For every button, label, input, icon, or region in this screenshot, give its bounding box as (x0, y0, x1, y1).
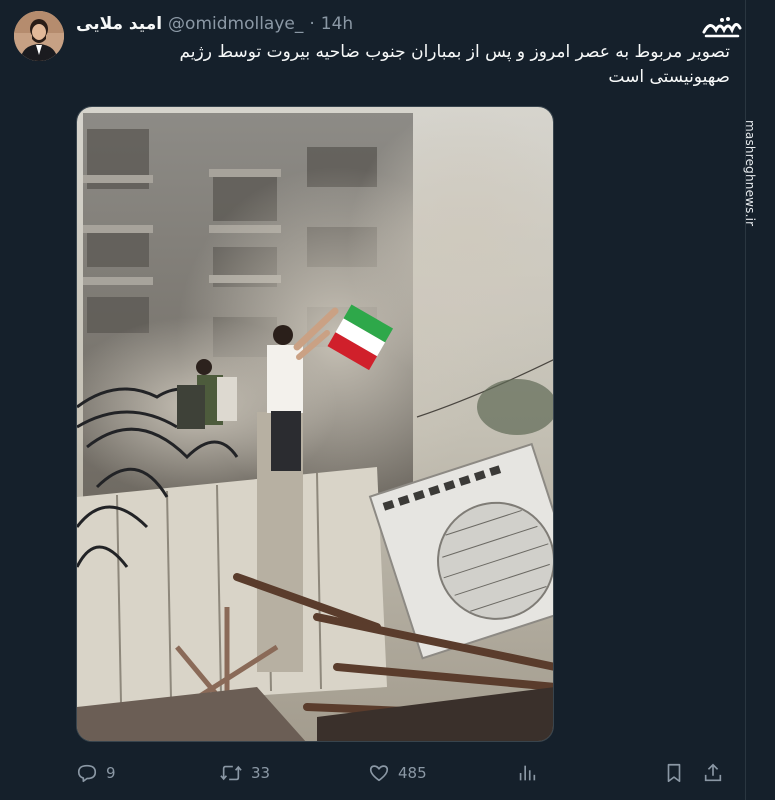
action-bar: 9 33 485 (76, 758, 726, 788)
watermark-site: mashreghnews.ir (743, 120, 757, 227)
user-handle[interactable]: @omidmollaye_ (168, 14, 303, 34)
tweet-text: تصویر مربوط به عصر امروز و پس از بمباران… (179, 42, 730, 87)
display-name[interactable]: امید ملایی (76, 14, 162, 34)
bar-chart-icon (519, 765, 536, 781)
like-button[interactable]: 485 (368, 758, 427, 788)
share-upload-icon (704, 763, 722, 782)
reply-button[interactable]: 9 (76, 758, 116, 788)
tweet-photo[interactable] (76, 106, 554, 742)
repost-arrows-icon (220, 765, 242, 781)
avatar[interactable] (14, 11, 64, 61)
views-button[interactable] (516, 758, 538, 788)
reply-count: 9 (106, 764, 116, 782)
heart-icon (369, 765, 389, 782)
reply-bubble-icon (77, 764, 97, 783)
repost-count: 33 (251, 764, 271, 782)
like-count: 485 (398, 764, 427, 782)
bookmark-button[interactable] (664, 758, 684, 788)
repost-button[interactable]: 33 (219, 758, 270, 788)
person-avatar-icon (14, 11, 64, 61)
tweet-header: امید ملایی @omidmollaye_ · 14h (76, 12, 353, 36)
separator-dot: · (309, 14, 315, 34)
share-button[interactable] (702, 758, 724, 788)
tweet-card[interactable]: امید ملایی @omidmollaye_ · 14h تصویر مرب… (0, 0, 775, 800)
bookmark-icon (667, 763, 681, 783)
timestamp[interactable]: 14h (321, 14, 353, 34)
photo-image-icon (77, 107, 553, 741)
watermark-logo (702, 17, 742, 38)
